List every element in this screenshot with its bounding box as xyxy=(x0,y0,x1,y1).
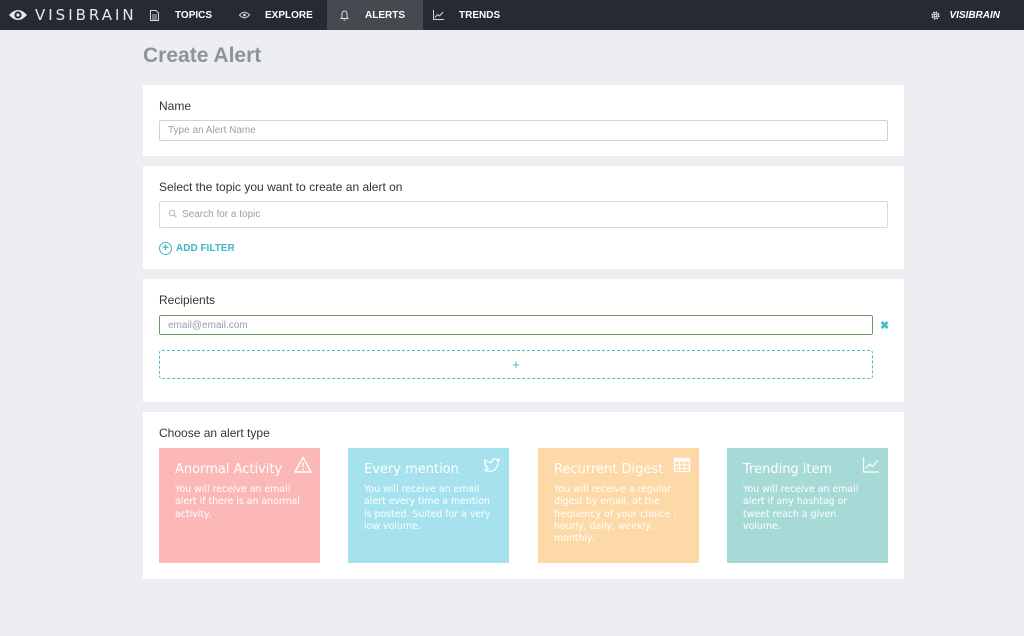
alert-type-title: Every mention xyxy=(364,462,459,477)
name-card: Name xyxy=(143,85,904,156)
search-icon xyxy=(168,209,177,218)
plus-icon: + xyxy=(512,357,520,372)
alert-type-title: Recurrent Digest xyxy=(554,462,664,477)
table-icon xyxy=(673,457,691,473)
alert-type-recurrent-digest[interactable]: Recurrent Digest You will receive a regu… xyxy=(538,448,699,563)
alert-type-trending-item[interactable]: Trending item You will receive an email … xyxy=(727,448,888,563)
brand-logo[interactable]: VISIBRAIN xyxy=(0,0,141,30)
eye-icon xyxy=(237,8,251,22)
alert-type-description: You will receive a regular digest by ema… xyxy=(554,484,677,545)
recipient-email-input[interactable] xyxy=(159,315,873,335)
add-recipient-button[interactable]: + xyxy=(159,350,873,379)
alert-type-every-mention[interactable]: Every mention You will receive an email … xyxy=(348,448,509,563)
alert-type-description: You will receive an email alert every ti… xyxy=(364,484,491,532)
remove-recipient-icon[interactable]: ✖ xyxy=(880,321,890,332)
line-chart-icon xyxy=(862,457,879,473)
topic-label: Select the topic you want to create an a… xyxy=(159,180,403,194)
plus-circle-icon: + xyxy=(159,242,172,255)
page-title: Create Alert xyxy=(143,44,262,67)
nav-label-alerts: ALERTS xyxy=(365,9,405,21)
alert-type-description: You will receive an email alert if there… xyxy=(175,484,301,520)
alert-type-title: Anormal Activity xyxy=(175,462,283,477)
warning-icon xyxy=(294,456,312,473)
line-chart-icon xyxy=(431,8,445,22)
twitter-icon xyxy=(483,458,501,473)
topic-card: Select the topic you want to create an a… xyxy=(143,166,904,269)
name-label: Name xyxy=(159,99,192,113)
alert-name-input[interactable] xyxy=(159,120,888,141)
add-filter-button[interactable]: + ADD FILTER xyxy=(159,242,235,255)
nav-item-trends[interactable]: TRENDS xyxy=(423,0,513,30)
gear-icon xyxy=(930,10,941,21)
alert-type-label: Choose an alert type xyxy=(159,426,270,440)
eye-logo-icon xyxy=(9,10,27,20)
alert-type-description: You will receive an email alert if any h… xyxy=(743,484,859,532)
recipients-card: Recipients ✖ + xyxy=(143,279,904,402)
alert-type-anormal-activity[interactable]: Anormal Activity You will receive an ema… xyxy=(159,448,320,563)
nav-label-explore: EXPLORE xyxy=(265,9,313,21)
alert-type-card: Choose an alert type Anormal Activity Yo… xyxy=(143,412,904,579)
top-navigation-bar: VISIBRAIN TOPICS EXPLORE ALERTS TRENDS V… xyxy=(0,0,1024,30)
nav-label-topics: TOPICS xyxy=(175,9,213,21)
topic-search-input[interactable] xyxy=(182,202,882,227)
nav-item-topics[interactable]: TOPICS xyxy=(141,0,227,30)
nav-item-alerts[interactable]: ALERTS xyxy=(327,0,423,30)
bell-icon xyxy=(337,8,351,22)
account-name: VISIBRAIN xyxy=(949,9,1000,21)
topic-search-field[interactable] xyxy=(159,201,888,228)
nav-item-explore[interactable]: EXPLORE xyxy=(227,0,327,30)
recipients-label: Recipients xyxy=(159,293,216,307)
account-menu[interactable]: VISIBRAIN xyxy=(930,0,1000,30)
nav-label-trends: TRENDS xyxy=(459,9,501,21)
document-icon xyxy=(147,8,161,22)
alert-type-title: Trending item xyxy=(743,462,833,477)
add-filter-label: ADD FILTER xyxy=(176,243,235,254)
brand-name: VISIBRAIN xyxy=(35,6,137,24)
